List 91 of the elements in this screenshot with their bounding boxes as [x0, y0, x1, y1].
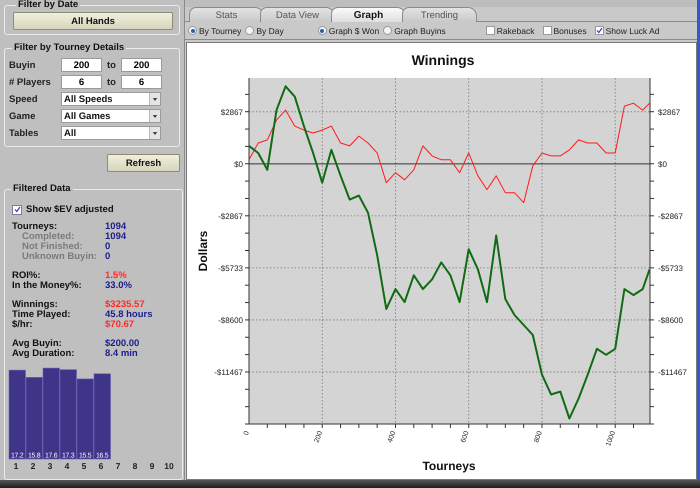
dropdown[interactable]: All	[61, 126, 161, 140]
field-label: Tables	[9, 128, 40, 138]
stat-value: 1094	[105, 230, 126, 242]
axis-tick-label: $0	[658, 160, 667, 169]
axis-tick-label: 5	[82, 461, 86, 471]
stat-label: Completed:	[22, 230, 76, 242]
axis-tick-label: 9	[150, 461, 154, 471]
axis-tick-label: 6	[98, 461, 104, 471]
stat-label: Avg Duration:	[12, 348, 76, 358]
axis-tick-label: 8	[132, 461, 138, 471]
axis-tick-label: -$11467	[214, 368, 243, 377]
refresh-button[interactable]: Refresh	[107, 154, 180, 172]
stat-value: 0	[105, 240, 110, 252]
field-label: # Players	[9, 76, 52, 88]
axis-tick-label: 3	[48, 461, 52, 471]
checkbox-label: Show $EV adjusted	[26, 204, 114, 215]
axis-tick-label: 1	[14, 461, 18, 471]
axis-tick-label: -$11467	[658, 368, 687, 377]
axis-tick-label: -$8600	[658, 316, 683, 325]
stat-label: $/hr:	[12, 318, 34, 330]
radio-option[interactable]: By Day	[245, 26, 284, 36]
chart-title: Winnings	[412, 52, 474, 68]
tab[interactable]: Trending	[402, 7, 477, 22]
axis-title: Dollars	[196, 230, 210, 272]
field-label: Game	[9, 110, 36, 122]
stat-value: $3235.57	[105, 298, 145, 310]
axis-tick-label: -$8600	[218, 316, 243, 325]
radio-button[interactable]	[318, 26, 327, 35]
checkmark-icon	[14, 206, 20, 213]
tab[interactable]: Stats	[189, 7, 264, 22]
tab[interactable]: Graph	[331, 7, 406, 22]
dropdown[interactable]: All Games	[61, 109, 161, 123]
radio-button[interactable]	[245, 26, 254, 35]
field-label: to	[106, 76, 117, 88]
axis-tick-label: 10	[164, 461, 174, 471]
checkbox[interactable]	[486, 26, 495, 35]
group-title: Filter by Date	[17, 0, 80, 10]
group-title: Filtered Data	[12, 184, 72, 194]
stat-label: Avg Buyin:	[12, 338, 63, 348]
radio-option[interactable]: Graph Buyins	[383, 26, 446, 36]
axis-tick-label: -$2867	[658, 212, 683, 221]
field-label: Buyin	[9, 60, 36, 70]
radio-option[interactable]: Graph $ Won	[318, 26, 380, 36]
stat-label: In the Money%:	[12, 280, 83, 290]
radio-button[interactable]	[188, 26, 197, 35]
checkbox[interactable]	[542, 26, 552, 35]
stat-value: $70.67	[105, 318, 134, 330]
stat-value: 45.8 hours	[105, 308, 153, 320]
checkbox[interactable]	[12, 204, 22, 214]
radio-button[interactable]	[383, 26, 392, 35]
axis-tick-label: $2867	[658, 108, 680, 117]
stat-value: $200.00	[105, 338, 140, 348]
dropdown[interactable]: All Speeds	[61, 92, 161, 106]
axis-tick-label: -$5733	[658, 264, 683, 273]
axis-tick-label: -$2867	[218, 212, 243, 221]
field-label: to	[106, 60, 117, 70]
dropdown-caret-icon[interactable]	[149, 93, 160, 105]
axis-tick-label: 4	[64, 461, 70, 471]
stat-label: Time Played:	[12, 308, 72, 320]
checkbox[interactable]	[594, 26, 604, 35]
date-filter-button[interactable]: All Hands	[13, 12, 173, 30]
axis-tick-label: -$5733	[218, 264, 243, 273]
range-from-field[interactable]: 200	[61, 58, 102, 72]
checkbox-option[interactable]: Rakeback	[486, 26, 534, 36]
stat-value: 33.0%	[105, 280, 132, 290]
stat-value: 0	[105, 250, 110, 262]
stat-label: ROI%:	[12, 270, 42, 280]
stat-label: Winnings:	[12, 298, 59, 310]
axis-tick-label: 7	[116, 461, 120, 471]
stat-value: 1.5%	[105, 270, 127, 280]
group-title: Filter by Tourney Details	[13, 43, 126, 53]
axis-title: Tourneys	[422, 459, 476, 473]
axis-tick-label: $2867	[220, 108, 243, 117]
range-to-field[interactable]: 6	[121, 75, 162, 89]
field-label: Speed	[9, 94, 39, 104]
stat-value: 8.4 min	[105, 348, 138, 358]
radio-option[interactable]: By Tourney	[188, 26, 242, 36]
dropdown-caret-icon[interactable]	[149, 127, 160, 139]
stat-label: Unknown Buyin:	[21, 250, 98, 262]
stat-value: 1094	[105, 220, 126, 232]
checkbox-option[interactable]: Show Luck Ad	[594, 26, 660, 36]
checkbox-option[interactable]: Bonuses	[542, 26, 587, 36]
stat-label: Tourneys:	[12, 220, 58, 232]
range-to-field[interactable]: 200	[121, 58, 162, 72]
dropdown-caret-icon[interactable]	[149, 110, 160, 122]
tab[interactable]: Data View	[260, 7, 335, 22]
range-from-field[interactable]: 6	[61, 75, 102, 89]
axis-tick-label: 2	[30, 461, 36, 471]
stat-label: Not Finished:	[21, 240, 84, 252]
axis-tick-label: $0	[234, 160, 243, 169]
checkmark-icon	[596, 27, 603, 34]
